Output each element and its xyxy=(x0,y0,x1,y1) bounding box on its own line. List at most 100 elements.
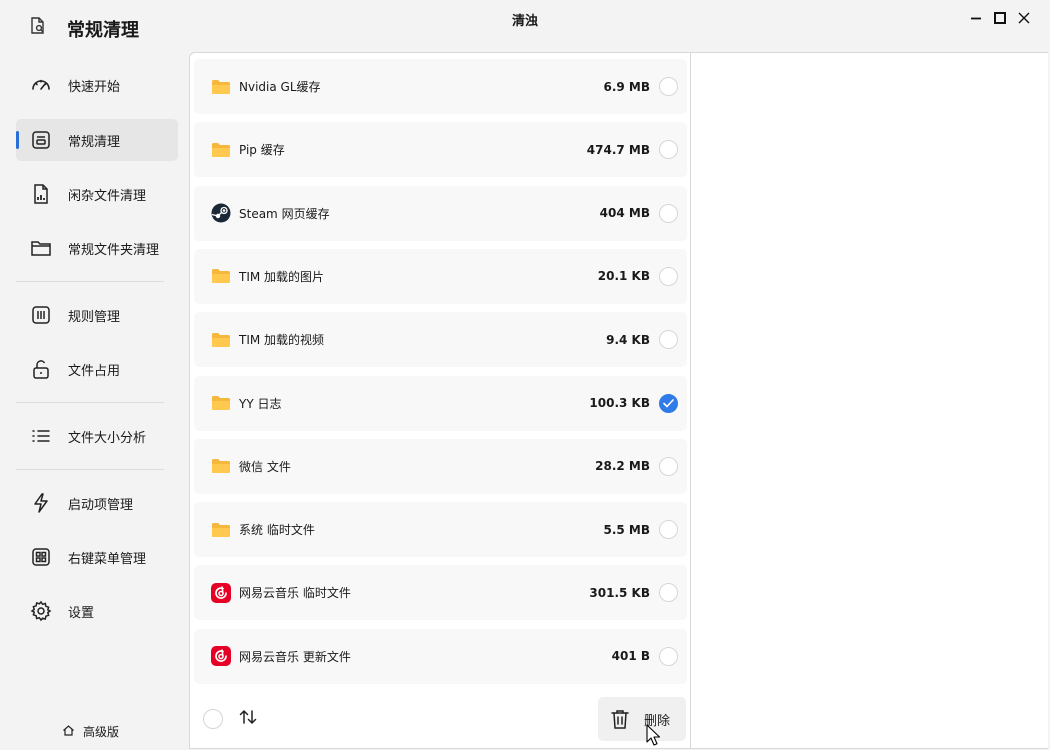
maximize-icon[interactable] xyxy=(992,9,1008,27)
close-icon[interactable] xyxy=(1016,9,1032,27)
file-chart-icon xyxy=(30,183,52,205)
pro-version-link[interactable]: 高级版 xyxy=(62,723,119,740)
sidebar-item-size-analysis[interactable]: 文件大小分析 xyxy=(16,415,178,457)
list-item-size: 474.7 MB xyxy=(586,142,650,157)
window-controls xyxy=(968,9,1032,27)
list-item-name: YY 日志 xyxy=(239,396,282,411)
list-item[interactable]: TIM 加载的视频 9.4 KB xyxy=(194,312,687,368)
list-item[interactable]: Nvidia GL缓存 6.9 MB xyxy=(194,59,687,114)
folder-icon xyxy=(211,140,231,160)
list-item-name: Steam 网页缓存 xyxy=(239,206,330,221)
sidebar-item-label: 设置 xyxy=(68,605,95,621)
lock-open-icon xyxy=(30,358,52,380)
list-item[interactable]: 微信 文件 28.2 MB xyxy=(194,438,687,494)
sidebar-divider xyxy=(16,281,164,282)
list-item[interactable]: 网易云音乐 临时文件 301.5 KB xyxy=(194,565,687,621)
list-item-name: 系统 临时文件 xyxy=(239,523,315,538)
list-item-size: 20.1 KB xyxy=(597,269,650,284)
list-item-size: 301.5 KB xyxy=(589,585,650,600)
list-item[interactable]: 网易云音乐 更新文件 401 B xyxy=(194,628,687,684)
grid-icon xyxy=(30,546,52,568)
rules-icon xyxy=(30,304,52,326)
list-item-checkbox[interactable] xyxy=(659,520,678,540)
sidebar-item-misc-files[interactable]: 闲杂文件清理 xyxy=(16,173,178,215)
sidebar-item-startup[interactable]: 启动项管理 xyxy=(16,482,178,524)
sidebar-item-settings[interactable]: 设置 xyxy=(16,590,178,632)
list-item[interactable]: TIM 加载的图片 20.1 KB xyxy=(194,248,687,304)
sidebar-item-label: 常规文件夹清理 xyxy=(68,242,160,258)
sidebar-item-label: 常规清理 xyxy=(68,134,121,150)
list-item-name: Pip 缓存 xyxy=(239,143,285,158)
minimize-icon[interactable] xyxy=(968,9,984,27)
sidebar-divider xyxy=(16,469,164,470)
sidebar-item-label: 快速开始 xyxy=(68,79,121,95)
list-item[interactable]: 系统 临时文件 5.5 MB xyxy=(194,502,687,558)
list-item-name: 网易云音乐 临时文件 xyxy=(239,586,351,601)
sidebar-item-label: 右键菜单管理 xyxy=(68,551,147,567)
title-bar: 常规清理 清浊 xyxy=(0,0,1050,52)
select-all-checkbox[interactable] xyxy=(203,709,223,729)
list-item-checkbox[interactable] xyxy=(659,456,678,476)
list-item-checkbox[interactable] xyxy=(659,646,678,666)
sort-icon xyxy=(238,707,258,731)
mouse-cursor-icon xyxy=(646,724,660,746)
home-icon xyxy=(62,724,75,740)
list-item-name: TIM 加载的图片 xyxy=(239,269,325,284)
list-item-size: 9.4 KB xyxy=(606,332,650,347)
list-item-size: 6.9 MB xyxy=(603,79,650,94)
sidebar-item-file-lock[interactable]: 文件占用 xyxy=(16,348,178,390)
list-item-name: Nvidia GL缓存 xyxy=(239,80,321,94)
list-item-checkbox[interactable] xyxy=(659,140,678,160)
sidebar-item-label: 文件占用 xyxy=(68,363,121,379)
sidebar-item-folder-clean[interactable]: 常规文件夹清理 xyxy=(16,227,178,269)
folder-icon xyxy=(211,266,231,286)
list-item-checkbox[interactable] xyxy=(659,266,678,286)
gear-icon xyxy=(30,600,52,622)
trash-icon xyxy=(610,708,630,730)
list-item-name: 网易云音乐 更新文件 xyxy=(239,649,351,664)
sidebar-item-rules[interactable]: 规则管理 xyxy=(16,294,178,336)
list-item[interactable]: YY 日志 100.3 KB xyxy=(194,375,687,431)
list-item-checkbox[interactable] xyxy=(659,583,678,603)
list-item-size: 401 B xyxy=(611,649,650,664)
delete-button[interactable]: 删除 xyxy=(598,697,686,741)
list-item-size: 28.2 MB xyxy=(595,459,650,474)
netease-music-icon xyxy=(211,646,231,667)
list-item[interactable]: Pip 缓存 474.7 MB xyxy=(194,122,687,178)
list-item-size: 100.3 KB xyxy=(589,396,650,410)
folder-icon xyxy=(211,77,231,97)
folder-icon xyxy=(211,330,231,350)
folder-icon xyxy=(211,456,231,476)
sidebar-item-general-clean[interactable]: 常规清理 xyxy=(16,119,178,161)
detail-panel xyxy=(691,52,1048,749)
sidebar-divider xyxy=(16,402,164,403)
sidebar-item-label: 启动项管理 xyxy=(68,497,134,513)
clean-box-icon xyxy=(30,129,52,151)
pro-version-label: 高级版 xyxy=(83,725,120,739)
sort-button[interactable] xyxy=(237,708,259,730)
list-item-size: 404 MB xyxy=(599,206,650,221)
list-item-checkbox[interactable] xyxy=(659,203,678,223)
list-item-name: TIM 加载的视频 xyxy=(239,333,325,348)
list-item-size: 5.5 MB xyxy=(603,522,650,537)
sidebar-item-label: 规则管理 xyxy=(68,309,121,325)
sidebar-item-context-menu[interactable]: 右键菜单管理 xyxy=(16,536,178,578)
folder-icon xyxy=(30,237,52,259)
folder-icon xyxy=(211,520,231,540)
list-item-checkbox[interactable] xyxy=(659,393,678,413)
netease-music-icon xyxy=(211,582,231,603)
gauge-icon xyxy=(30,74,52,96)
folder-icon xyxy=(211,393,231,413)
list-item[interactable]: Steam 网页缓存 404 MB xyxy=(194,185,687,241)
list-item-name: 微信 文件 xyxy=(239,459,291,474)
sidebar: 快速开始 常规清理 闲杂文件清理 常规文件夹清理 规则管理 文件占用 文件大小分… xyxy=(0,52,190,750)
bolt-icon xyxy=(30,492,52,514)
sidebar-item-quick-start[interactable]: 快速开始 xyxy=(16,64,178,106)
sidebar-item-label: 文件大小分析 xyxy=(68,430,147,446)
sidebar-item-label: 闲杂文件清理 xyxy=(68,188,147,204)
window-title: 清浊 xyxy=(511,14,538,29)
clean-list-panel: Nvidia GL缓存 6.9 MB Pip 缓存 474.7 MB Steam 网页缓… xyxy=(189,52,691,749)
list-item-checkbox[interactable] xyxy=(659,330,678,350)
list-icon xyxy=(30,425,52,447)
list-item-checkbox[interactable] xyxy=(659,77,678,96)
